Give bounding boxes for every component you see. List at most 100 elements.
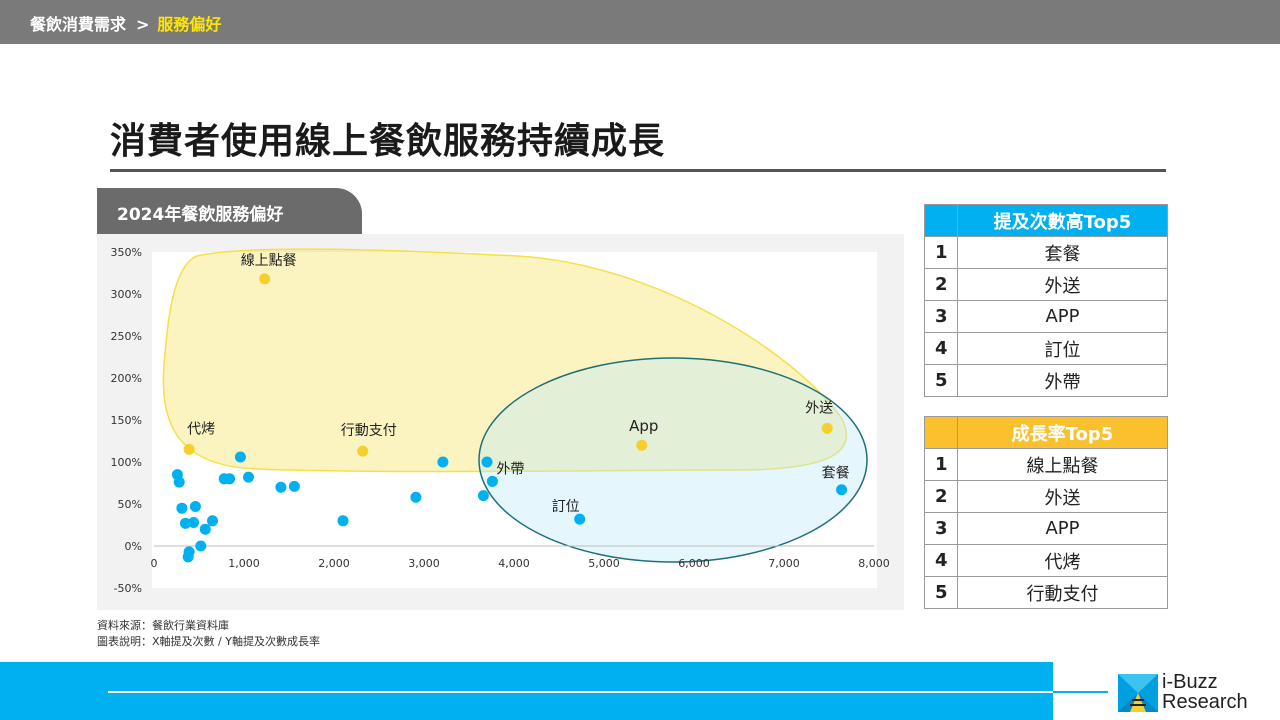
- high-mention-region: [478, 357, 868, 563]
- data-point[interactable]: [207, 515, 218, 527]
- data-point-外帶[interactable]: [486, 475, 498, 487]
- y-tick-label: 350%: [111, 246, 142, 259]
- data-point[interactable]: [218, 473, 230, 485]
- y-tick-label: -50%: [114, 582, 142, 595]
- rank-item: 外送: [957, 480, 1168, 513]
- rank-number: 1: [924, 448, 958, 481]
- chart-tab-label: 2024年餐飲服務偏好: [117, 205, 284, 225]
- rank-number: 2: [924, 480, 958, 513]
- rank-item: 行動支付: [957, 576, 1168, 609]
- y-tick-label: 150%: [111, 414, 142, 427]
- data-point[interactable]: [481, 456, 493, 468]
- point-label: 外帶: [496, 461, 524, 477]
- logo-line1: i-Buzz: [1162, 671, 1218, 693]
- source-note: 資料來源：餐飲行業資料庫: [97, 619, 229, 632]
- scatter-chart: -50% 0% 50% 100% 150% 200% 250% 300% 350% 0 1,000 2…: [111, 246, 890, 595]
- rank-number: 3: [924, 512, 958, 545]
- x-tick-label: 6,000: [678, 557, 710, 570]
- footer-line: [108, 691, 1108, 693]
- chart-explanation: 圖表說明：X軸提及次數 / Y軸提及次數成長率: [97, 635, 320, 648]
- data-point[interactable]: [275, 481, 287, 493]
- data-point[interactable]: [189, 501, 201, 513]
- data-point[interactable]: [337, 515, 349, 527]
- mentions-top5-table: 提及次數高Top5 1 套餐 2 外送 3 APP 4 訂位 5 外帶: [924, 204, 1168, 397]
- table-row: 2 外送: [924, 268, 1168, 301]
- logo-line2: Research: [1162, 691, 1248, 713]
- x-tick-label: 8,000: [858, 557, 890, 570]
- logo-mark-icon: [1118, 674, 1158, 712]
- rank-number: 5: [924, 576, 958, 609]
- rank-item: 線上點餐: [957, 448, 1168, 481]
- data-point-外送[interactable]: [821, 422, 833, 434]
- mentions-table-header: 提及次數高Top5: [957, 204, 1168, 237]
- table-row: 5 行動支付: [924, 576, 1168, 609]
- x-tick-label: 7,000: [768, 557, 800, 570]
- x-tick-label: 1,000: [228, 557, 260, 570]
- breadcrumb: 餐飲消費需求 > 服務偏好: [30, 11, 221, 35]
- rank-item: APP: [957, 300, 1168, 333]
- table-row: 3 APP: [924, 300, 1168, 333]
- rank-item: 套餐: [957, 236, 1168, 269]
- breadcrumb-parent[interactable]: 餐飲消費需求: [30, 15, 126, 34]
- data-point[interactable]: [243, 471, 254, 483]
- data-point[interactable]: [234, 451, 246, 463]
- point-label: 套餐: [822, 466, 850, 482]
- data-point-行動支付[interactable]: [357, 445, 369, 457]
- data-point-代烤[interactable]: [183, 443, 195, 455]
- rank-number: 2: [924, 268, 958, 301]
- rank-number: 4: [924, 544, 958, 577]
- table-corner-cell: [924, 416, 958, 449]
- data-point[interactable]: [188, 516, 200, 528]
- breadcrumb-separator: >: [136, 15, 150, 34]
- y-tick-label: 50%: [118, 498, 142, 511]
- table-row: 1 套餐: [924, 236, 1168, 269]
- x-tick-label: 0: [151, 557, 158, 570]
- table-row: 4 訂位: [924, 332, 1168, 365]
- data-point[interactable]: [182, 551, 194, 563]
- data-point[interactable]: [176, 502, 188, 514]
- table-row: 4 代烤: [924, 544, 1168, 577]
- data-point[interactable]: [410, 491, 422, 503]
- data-point[interactable]: [199, 523, 211, 535]
- point-label: 行動支付: [341, 423, 397, 439]
- data-point[interactable]: [195, 540, 207, 552]
- ibuzz-logo: i-Buzz Research: [1118, 672, 1268, 716]
- data-point[interactable]: [477, 490, 489, 502]
- table-row: 5 外帶: [924, 364, 1168, 397]
- rank-number: 5: [924, 364, 958, 397]
- rank-item: 代烤: [957, 544, 1168, 577]
- table-row: 1 線上點餐: [924, 448, 1168, 481]
- rank-number: 3: [924, 300, 958, 333]
- point-label: 訂位: [552, 499, 580, 515]
- rank-item: 訂位: [957, 332, 1168, 365]
- y-tick-label: 0%: [125, 540, 142, 553]
- data-point-訂位[interactable]: [574, 513, 586, 525]
- data-point-套餐[interactable]: [836, 484, 848, 496]
- y-tick-label: 300%: [111, 288, 142, 301]
- point-label: 外送: [805, 400, 833, 416]
- data-point[interactable]: [288, 480, 300, 492]
- rank-item: 外送: [957, 268, 1168, 301]
- breadcrumb-current: 服務偏好: [157, 15, 222, 34]
- data-point[interactable]: [173, 476, 185, 488]
- x-tick-label: 4,000: [498, 557, 530, 570]
- rank-number: 1: [924, 236, 958, 269]
- y-tick-label: 250%: [111, 330, 142, 343]
- x-tick-label: 3,000: [408, 557, 440, 570]
- chart-tab: 2024年餐飲服務偏好: [97, 188, 362, 234]
- point-label: App: [629, 417, 658, 435]
- rank-item: APP: [957, 512, 1168, 545]
- x-tick-label: 2,000: [318, 557, 350, 570]
- footer-line-extension: [1053, 691, 1108, 693]
- table-row: 3 APP: [924, 512, 1168, 545]
- table-corner-cell: [924, 204, 958, 237]
- y-tick-label: 100%: [111, 456, 142, 469]
- data-point[interactable]: [437, 456, 449, 468]
- title-divider: [110, 169, 1166, 172]
- top-bar: 餐飲消費需求 > 服務偏好: [0, 0, 1280, 44]
- data-point-線上點餐[interactable]: [259, 273, 271, 285]
- growth-table-header: 成長率Top5: [957, 416, 1168, 449]
- data-point-App[interactable]: [636, 439, 648, 451]
- logo-text: i-Buzz Research: [1162, 672, 1248, 712]
- growth-top5-table: 成長率Top5 1 線上點餐 2 外送 3 APP 4 代烤 5 行動支付: [924, 416, 1168, 609]
